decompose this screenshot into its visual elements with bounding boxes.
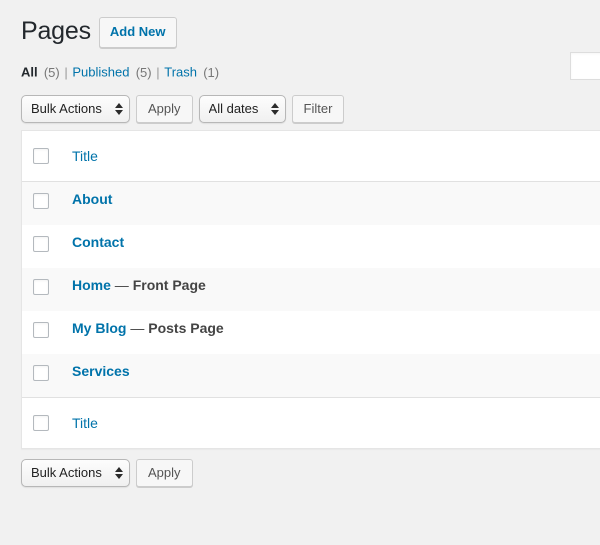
pages-list-table: Title About Contact Home — Front Page My…: [21, 130, 600, 449]
view-item-published: Published (5) |: [72, 62, 160, 82]
table-header-row: Title: [22, 131, 600, 182]
pages-admin-wrap: Pages Add New All (5) | Published (5) | …: [0, 0, 600, 488]
view-count-all: (5): [43, 65, 60, 80]
row-checkbox[interactable]: [33, 236, 49, 252]
row-title-cell: Services: [62, 354, 600, 397]
table-row: My Blog — Posts Page: [22, 311, 600, 354]
page-title-link[interactable]: My Blog: [72, 320, 126, 336]
select-all-checkbox-bottom[interactable]: [33, 415, 49, 431]
state-dash: —: [130, 320, 145, 336]
row-checkbox[interactable]: [33, 193, 49, 209]
view-link-published[interactable]: Published: [72, 62, 132, 82]
bulk-actions-bottom: Bulk Actions Apply: [21, 459, 199, 487]
bulk-actions-top: Bulk Actions Apply: [21, 95, 199, 123]
state-label: Posts Page: [148, 320, 224, 336]
table-body: About Contact Home — Front Page My Blog …: [22, 182, 600, 397]
select-all-footer-cell: [22, 397, 62, 448]
row-select-cell: [22, 268, 62, 311]
page-title-link[interactable]: Home: [72, 277, 111, 293]
column-header-title: Title: [62, 131, 600, 182]
view-filter-links: All (5) | Published (5) | Trash (1): [21, 60, 600, 86]
view-item-trash: Trash (1): [164, 62, 219, 82]
search-input[interactable]: [570, 52, 600, 80]
filter-button[interactable]: Filter: [291, 95, 345, 123]
row-title-cell: Home — Front Page: [62, 268, 600, 311]
view-link-trash[interactable]: Trash: [164, 62, 199, 82]
view-link-all[interactable]: All: [21, 62, 40, 82]
row-title-cell: About: [62, 182, 600, 225]
dates-select-wrap: All dates: [198, 95, 292, 123]
apply-button-bottom[interactable]: Apply: [136, 459, 193, 487]
row-checkbox[interactable]: [33, 365, 49, 381]
bulk-actions-select-wrap-bottom: Bulk Actions: [21, 459, 136, 487]
sort-by-title-link-bottom[interactable]: Title: [72, 415, 98, 431]
bulk-actions-select-bottom[interactable]: Bulk Actions: [21, 459, 130, 487]
page-state: — Posts Page: [126, 320, 223, 336]
table-row: About: [22, 182, 600, 225]
row-title-cell: My Blog — Posts Page: [62, 311, 600, 354]
tablenav-bottom: Bulk Actions Apply: [21, 458, 600, 488]
view-item-all: All (5) |: [21, 62, 69, 82]
view-separator-2: |: [156, 65, 160, 80]
table-foot: Title: [22, 397, 600, 448]
page-header: Pages Add New: [21, 0, 600, 49]
row-checkbox[interactable]: [33, 279, 49, 295]
sort-by-title-link-top[interactable]: Title: [72, 148, 98, 164]
state-dash: —: [114, 277, 129, 293]
view-count-published: (5): [135, 65, 152, 80]
tablenav-top: Bulk Actions Apply All dates Filter: [21, 94, 600, 124]
page-title: Pages: [21, 16, 91, 45]
row-title-cell: Contact: [62, 225, 600, 268]
page-title-link[interactable]: Contact: [72, 234, 124, 250]
column-footer-title: Title: [62, 397, 600, 448]
page-state: — Front Page: [111, 277, 206, 293]
page-title-link[interactable]: About: [72, 191, 112, 207]
bulk-actions-select-top[interactable]: Bulk Actions: [21, 95, 130, 123]
apply-button-top[interactable]: Apply: [136, 95, 193, 123]
table-head: Title: [22, 131, 600, 182]
state-label: Front Page: [132, 277, 206, 293]
select-all-header-cell: [22, 131, 62, 182]
table-row: Contact: [22, 225, 600, 268]
row-select-cell: [22, 354, 62, 397]
view-separator-1: |: [64, 65, 68, 80]
date-filter-actions: All dates Filter: [198, 95, 351, 123]
search-box: [570, 52, 600, 80]
table-row: Home — Front Page: [22, 268, 600, 311]
page-title-link[interactable]: Services: [72, 363, 130, 379]
add-new-button[interactable]: Add New: [98, 16, 177, 48]
view-count-trash: (1): [203, 65, 220, 80]
dates-select[interactable]: All dates: [198, 95, 286, 123]
select-all-checkbox-top[interactable]: [33, 148, 49, 164]
row-checkbox[interactable]: [33, 322, 49, 338]
row-select-cell: [22, 311, 62, 354]
table-footer-row: Title: [22, 397, 600, 448]
bulk-actions-select-wrap-top: Bulk Actions: [21, 95, 136, 123]
table-row: Services: [22, 354, 600, 397]
row-select-cell: [22, 182, 62, 225]
row-select-cell: [22, 225, 62, 268]
